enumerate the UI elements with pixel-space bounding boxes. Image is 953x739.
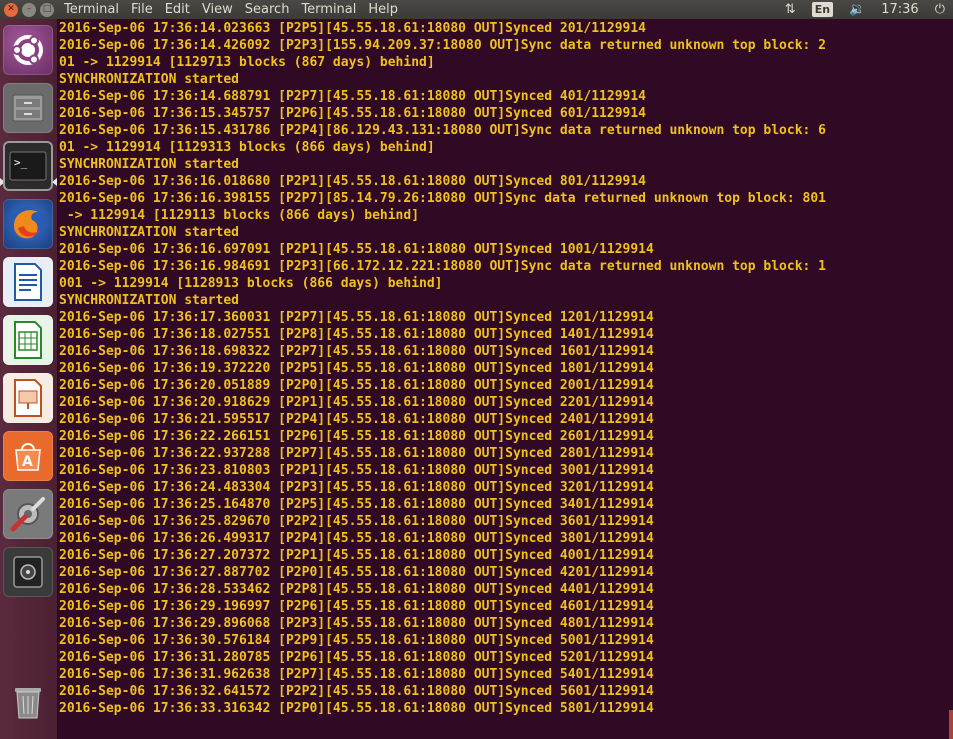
keyboard-layout-indicator[interactable]: En	[811, 2, 834, 17]
window-controls: ✕ – □	[4, 2, 60, 17]
terminal-line: 2016-Sep-06 17:36:26.499317 [P2P4][45.55…	[59, 531, 654, 546]
terminal-line: 2016-Sep-06 17:36:20.051889 [P2P0][45.55…	[59, 378, 654, 393]
terminal-output[interactable]: 2016-Sep-06 17:36:14.023663 [P2P5][45.55…	[59, 20, 953, 739]
terminal-line: 2016-Sep-06 17:36:33.316342 [P2P0][45.55…	[59, 701, 654, 716]
trash-icon[interactable]	[3, 677, 53, 727]
launcher: >_ A	[0, 19, 58, 739]
menu-file[interactable]: File	[131, 0, 153, 19]
terminal-line: SYNCHRONIZATION started	[59, 157, 240, 172]
svg-text:A: A	[22, 454, 33, 470]
terminal-line: 2016-Sep-06 17:36:17.360031 [P2P7][45.55…	[59, 310, 654, 325]
system-tray: ⇅ En 🔉 17:36 ⏻	[785, 0, 945, 19]
close-icon[interactable]: ✕	[4, 2, 18, 17]
terminal-line: 2016-Sep-06 17:36:27.887702 [P2P0][45.55…	[59, 565, 654, 580]
focused-indicator	[52, 178, 57, 186]
terminal-line: 2016-Sep-06 17:36:22.937288 [P2P7][45.55…	[59, 446, 654, 461]
top-panel: ✕ – □ Terminal File Edit View Search Ter…	[0, 0, 953, 19]
power-icon[interactable]: ⏻	[935, 0, 945, 19]
terminal-line: 2016-Sep-06 17:36:30.576184 [P2P9][45.55…	[59, 633, 654, 648]
terminal-line: 2016-Sep-06 17:36:15.431786 [P2P4][86.12…	[59, 123, 827, 138]
terminal-line: 2016-Sep-06 17:36:31.962638 [P2P7][45.55…	[59, 667, 654, 682]
terminal-line: SYNCHRONIZATION started	[59, 72, 240, 87]
terminal-line: 2016-Sep-06 17:36:20.918629 [P2P1][45.55…	[59, 395, 654, 410]
terminal-line: 2016-Sep-06 17:36:25.164870 [P2P5][45.55…	[59, 497, 654, 512]
writer-icon[interactable]	[3, 257, 53, 307]
menu-search[interactable]: Search	[245, 0, 290, 19]
clock[interactable]: 17:36	[881, 0, 918, 19]
scrollbar-thumb[interactable]	[949, 710, 953, 739]
terminal-line: 2016-Sep-06 17:36:23.810803 [P2P1][45.55…	[59, 463, 654, 478]
software-center-icon[interactable]: A	[3, 431, 53, 481]
terminal-line: 01 -> 1129914 [1129313 blocks (866 days)…	[59, 140, 435, 155]
menu-terminal[interactable]: Terminal	[301, 0, 356, 19]
safe-icon[interactable]	[3, 547, 53, 597]
svg-text:>_: >_	[14, 156, 28, 169]
terminal-line: 2016-Sep-06 17:36:18.027551 [P2P8][45.55…	[59, 327, 654, 342]
terminal-line: 2016-Sep-06 17:36:19.372220 [P2P5][45.55…	[59, 361, 654, 376]
terminal-line: 2016-Sep-06 17:36:18.698322 [P2P7][45.55…	[59, 344, 654, 359]
menu-help[interactable]: Help	[368, 0, 398, 19]
terminal-line: 2016-Sep-06 17:36:14.023663 [P2P5][45.55…	[59, 21, 646, 36]
minimize-icon[interactable]: –	[22, 2, 36, 17]
firefox-icon[interactable]	[3, 199, 53, 249]
terminal-line: 2016-Sep-06 17:36:28.533462 [P2P8][45.55…	[59, 582, 654, 597]
terminal-line: 2016-Sep-06 17:36:16.984691 [P2P3][66.17…	[59, 259, 827, 274]
terminal-line: 2016-Sep-06 17:36:21.595517 [P2P4][45.55…	[59, 412, 654, 427]
terminal-line: 2016-Sep-06 17:36:22.266151 [P2P6][45.55…	[59, 429, 654, 444]
terminal-line: -> 1129914 [1129113 blocks (866 days) be…	[59, 208, 420, 223]
terminal-line: 2016-Sep-06 17:36:15.345757 [P2P6][45.55…	[59, 106, 646, 121]
terminal-line: 2016-Sep-06 17:36:14.426092 [P2P3][155.9…	[59, 38, 827, 53]
terminal-line: 2016-Sep-06 17:36:16.018680 [P2P1][45.55…	[59, 174, 646, 189]
ubuntu-dash-icon[interactable]	[3, 25, 53, 75]
terminal-line: SYNCHRONIZATION started	[59, 293, 240, 308]
terminal-line: 2016-Sep-06 17:36:25.829670 [P2P2][45.55…	[59, 514, 654, 529]
calc-icon[interactable]	[3, 315, 53, 365]
terminal-line: 2016-Sep-06 17:36:16.697091 [P2P1][45.55…	[59, 242, 654, 257]
maximize-icon[interactable]: □	[40, 2, 54, 17]
menu-edit[interactable]: Edit	[165, 0, 190, 19]
terminal-line: 2016-Sep-06 17:36:24.483304 [P2P3][45.55…	[59, 480, 654, 495]
terminal-line: 2016-Sep-06 17:36:14.688791 [P2P7][45.55…	[59, 89, 646, 104]
impress-icon[interactable]	[3, 373, 53, 423]
terminal-line: 2016-Sep-06 17:36:32.641572 [P2P2][45.55…	[59, 684, 654, 699]
terminal-line: 001 -> 1129914 [1128913 blocks (866 days…	[59, 276, 443, 291]
terminal-line: 2016-Sep-06 17:36:29.896068 [P2P3][45.55…	[59, 616, 654, 631]
files-icon[interactable]	[3, 83, 53, 133]
terminal-line: 01 -> 1129914 [1129713 blocks (867 days)…	[59, 55, 435, 70]
terminal-line: 2016-Sep-06 17:36:16.398155 [P2P7][85.14…	[59, 191, 827, 206]
terminal-icon[interactable]: >_	[3, 141, 53, 191]
app-title: Terminal	[64, 2, 119, 17]
terminal-line: SYNCHRONIZATION started	[59, 225, 240, 240]
settings-icon[interactable]	[3, 489, 53, 539]
terminal-line: 2016-Sep-06 17:36:29.196997 [P2P6][45.55…	[59, 599, 654, 614]
menu-view[interactable]: View	[202, 0, 233, 19]
volume-icon[interactable]: 🔉	[849, 0, 865, 19]
menu-bar: Terminal File Edit View Search Terminal …	[64, 0, 398, 19]
terminal-line: 2016-Sep-06 17:36:27.207372 [P2P1][45.55…	[59, 548, 654, 563]
terminal-line: 2016-Sep-06 17:36:31.280785 [P2P6][45.55…	[59, 650, 654, 665]
network-icon[interactable]: ⇅	[785, 0, 796, 19]
